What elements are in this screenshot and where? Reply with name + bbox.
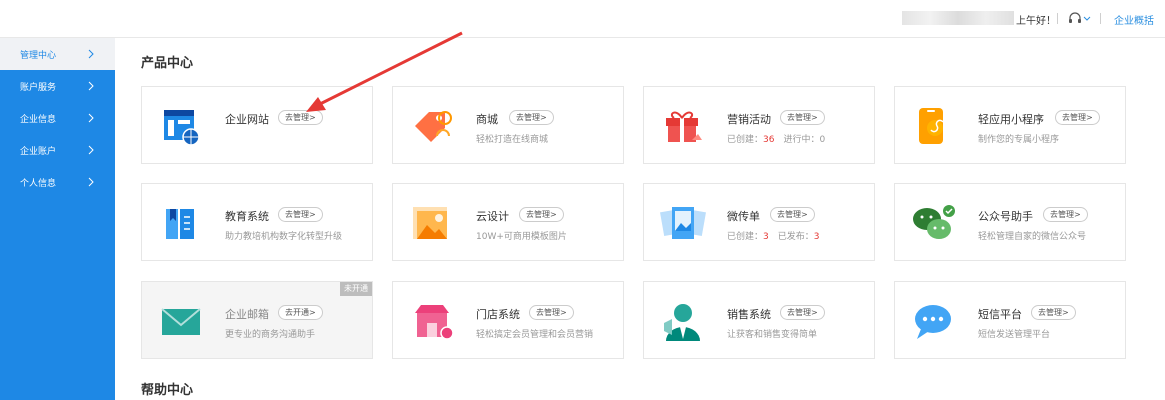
card-description: 更专业的商务沟通助手 bbox=[225, 330, 316, 340]
manage-button[interactable]: 去管理> bbox=[519, 207, 564, 222]
section-title-products: 产品中心 bbox=[141, 56, 194, 71]
card-name: 教育系统 bbox=[225, 210, 269, 223]
product-card-sms[interactable]: 短信平台 去管理> 短信发送管理平台 bbox=[894, 281, 1126, 359]
sidebar-item-company-info[interactable]: 企业信息 bbox=[0, 102, 115, 134]
chevron-right-icon bbox=[88, 49, 94, 59]
card-description: 已创建：3 已发布：3 bbox=[727, 232, 820, 242]
greeting-text: 上午好！ bbox=[1016, 16, 1056, 27]
gift-icon bbox=[666, 111, 702, 142]
product-card-mall[interactable]: 商城 去管理> 轻松打造在线商城 bbox=[392, 86, 624, 164]
sidebar-item-label: 管理中心 bbox=[20, 51, 57, 61]
card-name: 企业邮箱 bbox=[225, 308, 269, 321]
card-name: 短信平台 bbox=[978, 308, 1022, 321]
card-name: 轻应用小程序 bbox=[978, 113, 1044, 126]
sidebar-item-personal-info[interactable]: 个人信息 bbox=[0, 166, 115, 198]
manage-button[interactable]: 去管理> bbox=[780, 305, 825, 320]
product-card-education[interactable]: 教育系统 去管理> 助力教培机构数字化转型升级 bbox=[141, 183, 373, 261]
manage-button[interactable]: 去管理> bbox=[278, 110, 323, 125]
card-description: 让获客和销售变得简单 bbox=[727, 330, 818, 340]
product-card-design[interactable]: 云设计 去管理> 10W+可商用模板图片 bbox=[392, 183, 624, 261]
card-description: 短信发送管理平台 bbox=[978, 330, 1051, 340]
company-overview-link[interactable]: 企业概括 bbox=[1114, 12, 1154, 27]
manage-button[interactable]: 去管理> bbox=[1031, 305, 1076, 320]
store-icon bbox=[415, 305, 454, 340]
product-card-marketing[interactable]: 营销活动 去管理> 已创建：36 进行中：0 bbox=[643, 86, 875, 164]
chevron-right-icon bbox=[88, 113, 94, 123]
image-icon bbox=[413, 207, 447, 239]
sidebar-item-company-account[interactable]: 企业账户 bbox=[0, 134, 115, 166]
sidebar-item-management[interactable]: 管理中心 bbox=[0, 38, 115, 70]
activate-button[interactable]: 去开通> bbox=[278, 305, 323, 320]
card-name: 微传单 bbox=[727, 210, 760, 223]
divider bbox=[1057, 13, 1058, 24]
wechat-icon bbox=[913, 205, 955, 239]
card-name: 销售系统 bbox=[727, 308, 771, 321]
section-title-help: 帮助中心 bbox=[141, 383, 194, 398]
card-description: 10W+可商用模板图片 bbox=[476, 232, 567, 242]
user-name-blurred bbox=[902, 11, 1014, 25]
website-icon bbox=[164, 110, 200, 146]
salesperson-icon bbox=[664, 304, 700, 341]
sidebar-item-label: 个人信息 bbox=[20, 179, 57, 189]
sidebar-item-label: 企业信息 bbox=[20, 115, 57, 125]
card-name: 云设计 bbox=[476, 210, 509, 223]
manage-button[interactable]: 去管理> bbox=[1043, 207, 1088, 222]
manage-button[interactable]: 去管理> bbox=[529, 305, 574, 320]
phone-miniprogram-icon bbox=[919, 108, 944, 144]
card-name: 门店系统 bbox=[476, 308, 520, 321]
card-name: 商城 bbox=[476, 113, 498, 126]
mail-icon bbox=[161, 308, 201, 335]
card-name: 营销活动 bbox=[727, 113, 771, 126]
top-bar: 上午好！ 企业概括 bbox=[0, 0, 1165, 38]
book-icon bbox=[166, 209, 194, 239]
sidebar-item-label: 账户服务 bbox=[20, 83, 57, 93]
manage-button[interactable]: 去管理> bbox=[770, 207, 815, 222]
card-description: 轻松打造在线商城 bbox=[476, 135, 549, 145]
sidebar-item-label: 企业账户 bbox=[20, 147, 57, 157]
card-description: 助力教培机构数字化转型升级 bbox=[225, 232, 343, 242]
card-description: 轻松管理自家的微信公众号 bbox=[978, 232, 1087, 242]
product-card-website[interactable]: 企业网站 去管理> bbox=[141, 86, 373, 164]
card-description: 轻松搞定会员管理和会员营销 bbox=[476, 330, 594, 340]
manage-button[interactable]: 去管理> bbox=[278, 207, 323, 222]
chat-bubble-icon bbox=[915, 305, 951, 339]
card-description: 已创建：36 进行中：0 bbox=[727, 135, 826, 145]
card-name: 企业网站 bbox=[225, 113, 269, 126]
mall-tag-icon bbox=[415, 111, 452, 142]
sidebar-item-account-service[interactable]: 账户服务 bbox=[0, 70, 115, 102]
chevron-right-icon bbox=[88, 177, 94, 187]
manage-button[interactable]: 去管理> bbox=[780, 110, 825, 125]
product-card-sales[interactable]: 销售系统 去管理> 让获客和销售变得简单 bbox=[643, 281, 875, 359]
divider bbox=[1100, 13, 1101, 24]
manage-button[interactable]: 去管理> bbox=[1055, 110, 1100, 125]
status-badge: 未开通 bbox=[340, 282, 372, 296]
manage-button[interactable]: 去管理> bbox=[509, 110, 554, 125]
chevron-right-icon bbox=[88, 145, 94, 155]
card-description: 制作您的专属小程序 bbox=[978, 135, 1060, 145]
sidebar: 管理中心 账户服务 企业信息 企业账户 个人信息 bbox=[0, 38, 115, 400]
product-card-mail[interactable]: 企业邮箱 去开通> 更专业的商务沟通助手 未开通 bbox=[141, 281, 373, 359]
headset-icon[interactable] bbox=[1067, 10, 1091, 26]
flyer-icon bbox=[660, 207, 706, 239]
chevron-right-icon bbox=[88, 81, 94, 91]
product-card-miniprogram[interactable]: 轻应用小程序 去管理> 制作您的专属小程序 bbox=[894, 86, 1126, 164]
product-card-flyer[interactable]: 微传单 去管理> 已创建：3 已发布：3 bbox=[643, 183, 875, 261]
card-name: 公众号助手 bbox=[978, 210, 1033, 223]
product-card-wechat-assistant[interactable]: 公众号助手 去管理> 轻松管理自家的微信公众号 bbox=[894, 183, 1126, 261]
product-card-store[interactable]: 门店系统 去管理> 轻松搞定会员管理和会员营销 bbox=[392, 281, 624, 359]
